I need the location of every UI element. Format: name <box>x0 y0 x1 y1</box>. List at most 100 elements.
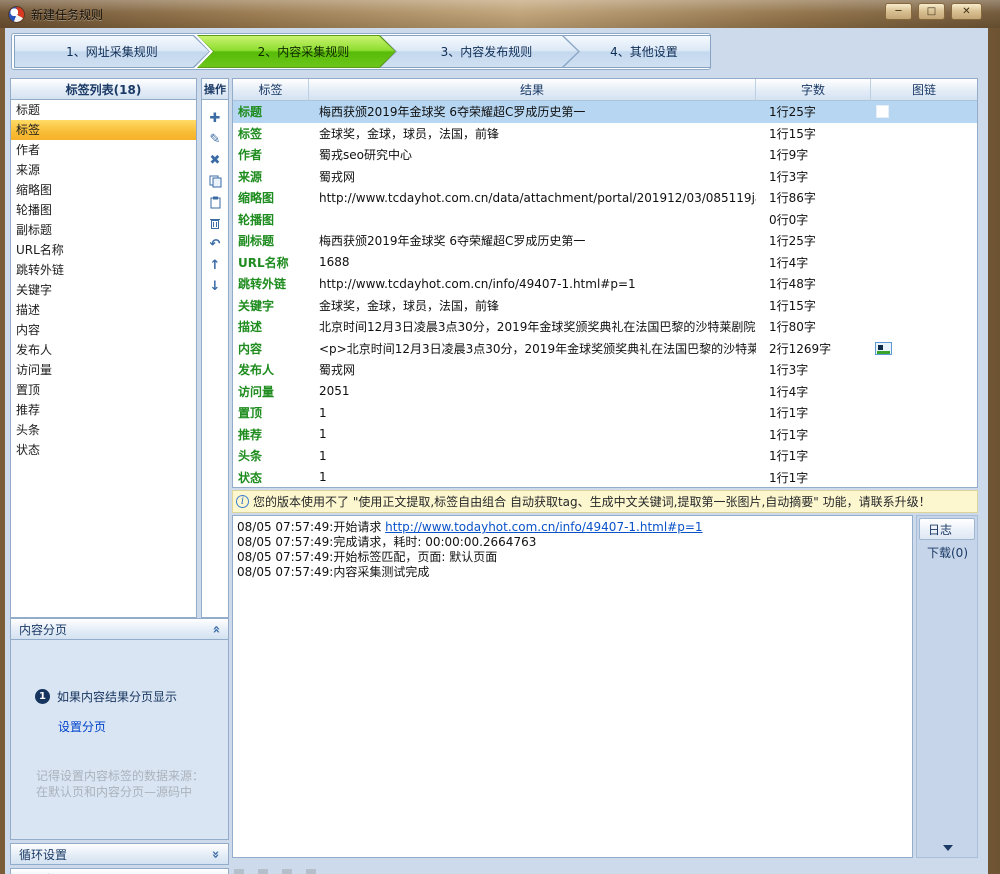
add-icon[interactable]: ✚ <box>205 108 225 129</box>
table-row[interactable]: 副标题梅西获颁2019年金球奖 6夺荣耀超C罗成历史第一1行25字 <box>233 230 977 252</box>
move-up-icon[interactable]: ↑ <box>205 255 225 276</box>
sidebar-item[interactable]: 副标题 <box>11 220 196 240</box>
paste-icon[interactable] <box>205 192 225 213</box>
sidebar-item[interactable]: 推荐 <box>11 400 196 420</box>
trash-icon[interactable] <box>205 213 225 234</box>
tag-cell: 轮播图 <box>233 209 309 231</box>
table-row[interactable]: 作者蜀戎seo研究中心1行9字 <box>233 144 977 166</box>
sidebar-item[interactable]: 访问量 <box>11 360 196 380</box>
app-window: 新建任务规则 ─ □ ✕ 1、网址采集规则2、内容采集规则3、内容发布规则4、其… <box>0 0 1000 874</box>
table-row[interactable]: 标签金球奖，金球，球员，法国，前锋1行15字 <box>233 123 977 145</box>
sidebar-item[interactable]: 描述 <box>11 300 196 320</box>
table-row[interactable]: 跳转外链http://www.tcdayhot.com.cn/info/4940… <box>233 273 977 295</box>
delete-icon[interactable]: ✖ <box>205 150 225 171</box>
collapse-icon[interactable]: « <box>208 625 223 633</box>
move-down-icon[interactable]: ↓ <box>205 276 225 297</box>
table-row[interactable]: 轮播图0行0字 <box>233 209 977 231</box>
column-header-result[interactable]: 结果 <box>309 79 756 101</box>
related-panel-title: 关联多页 <box>19 871 67 874</box>
scroll-down-icon[interactable] <box>943 845 953 851</box>
pagination-panel-title: 内容分页 <box>19 621 67 638</box>
column-header-tag[interactable]: 标签 <box>233 79 309 101</box>
count-cell: 1行48字 <box>756 273 871 295</box>
tab-log[interactable]: 日志 <box>919 518 975 540</box>
log-output: 08/05 07:57:49:开始请求 http://www.todayhot.… <box>232 515 913 858</box>
sidebar-item[interactable]: 状态 <box>11 440 196 460</box>
step-tab-1[interactable]: 1、网址采集规则 <box>14 35 210 68</box>
step-tab-label: 1、网址采集规则 <box>15 36 209 67</box>
table-row[interactable]: 状态11行1字 <box>233 467 977 489</box>
sidebar-item[interactable]: 置顶 <box>11 380 196 400</box>
column-header-count[interactable]: 字数 <box>756 79 871 101</box>
step-tab-label: 4、其他设置 <box>564 36 710 67</box>
log-request-link[interactable]: http://www.todayhot.com.cn/info/49407-1.… <box>385 520 702 534</box>
table-row[interactable]: 缩略图http://www.tcdayhot.com.cn/data/attac… <box>233 187 977 209</box>
table-row[interactable]: 发布人蜀戎网1行3字 <box>233 359 977 381</box>
table-row[interactable]: 来源蜀戎网1行3字 <box>233 166 977 188</box>
tag-cell: 副标题 <box>233 230 309 252</box>
table-row[interactable]: 内容<p>北京时间12月3日凌晨3点30分，2019年金球奖颁奖典礼在法国巴黎的… <box>233 338 977 360</box>
step-tab-4[interactable]: 4、其他设置 <box>563 35 711 68</box>
table-row[interactable]: URL名称16881行4字 <box>233 252 977 274</box>
sidebar-item[interactable]: 跳转外链 <box>11 260 196 280</box>
undo-icon[interactable]: ↶ <box>205 234 225 255</box>
table-row[interactable]: 关键字金球奖，金球，球员，法国，前锋1行15字 <box>233 295 977 317</box>
tag-list-header: 标签列表(18) <box>10 78 197 100</box>
expand-icon[interactable]: « <box>208 850 223 858</box>
result-cell: <p>北京时间12月3日凌晨3点30分，2019年金球奖颁奖典礼在法国巴黎的沙特… <box>309 338 756 360</box>
sidebar-item[interactable]: 头条 <box>11 420 196 440</box>
sidebar-item[interactable]: 内容 <box>11 320 196 340</box>
count-cell: 1行4字 <box>756 381 871 403</box>
result-cell: 北京时间12月3日凌晨3点30分，2019年金球奖颁奖典礼在法国巴黎的沙特莱剧院… <box>309 316 756 338</box>
sidebar-item[interactable]: 轮播图 <box>11 200 196 220</box>
sidebar-item[interactable]: 标题 <box>11 100 196 120</box>
step-tab-label: 3、内容发布规则 <box>381 36 578 67</box>
image-link-icon[interactable] <box>875 342 892 355</box>
tag-cell: 来源 <box>233 166 309 188</box>
tab-download[interactable]: 下载(0) <box>919 542 975 564</box>
pagination-hint-line2: 在默认页和内容分页—源码中 <box>36 784 204 800</box>
table-row[interactable]: 访问量20511行4字 <box>233 381 977 403</box>
loop-panel-header[interactable]: 循环设置 « <box>10 843 229 865</box>
imagelink-cell <box>871 338 977 360</box>
sidebar-item[interactable]: 缩略图 <box>11 180 196 200</box>
copy-icon[interactable] <box>205 171 225 192</box>
count-cell: 1行1字 <box>756 445 871 467</box>
pagination-panel-header[interactable]: 内容分页 « <box>10 618 229 640</box>
imagelink-checkbox[interactable] <box>876 105 889 118</box>
step-tab-2[interactable]: 2、内容采集规则 <box>197 35 396 68</box>
sidebar-item[interactable]: 关键字 <box>11 280 196 300</box>
table-row[interactable]: 标题梅西获颁2019年金球奖 6夺荣耀超C罗成历史第一1行25字 <box>233 101 977 123</box>
step-tab-3[interactable]: 3、内容发布规则 <box>380 35 579 68</box>
imagelink-cell <box>871 187 977 209</box>
table-row[interactable]: 描述北京时间12月3日凌晨3点30分，2019年金球奖颁奖典礼在法国巴黎的沙特莱… <box>233 316 977 338</box>
sidebar-item[interactable]: 标签 <box>11 120 196 140</box>
table-row[interactable]: 推荐11行1字 <box>233 424 977 446</box>
related-panel-header[interactable]: 关联多页 <box>10 868 229 874</box>
sidebar-item[interactable]: 发布人 <box>11 340 196 360</box>
sidebar-item[interactable]: 来源 <box>11 160 196 180</box>
result-cell <box>309 209 756 231</box>
sidebar-item[interactable]: URL名称 <box>11 240 196 260</box>
log-line: 08/05 07:57:49:开始标签匹配，页面: 默认页面 <box>237 550 908 565</box>
result-cell: 1688 <box>309 252 756 274</box>
count-cell: 1行4字 <box>756 252 871 274</box>
imagelink-cell <box>871 101 977 123</box>
edit-icon[interactable]: ✎ <box>205 129 225 150</box>
imagelink-cell <box>871 445 977 467</box>
tag-cell: 头条 <box>233 445 309 467</box>
count-cell: 1行25字 <box>756 101 871 123</box>
setup-pagination-link[interactable]: 设置分页 <box>58 718 106 735</box>
tag-cell: 标题 <box>233 101 309 123</box>
count-cell: 1行15字 <box>756 123 871 145</box>
count-cell: 1行1字 <box>756 467 871 489</box>
minimize-button[interactable]: ─ <box>885 3 912 20</box>
column-header-imagelink[interactable]: 图链 <box>871 79 977 101</box>
sidebar-item[interactable]: 作者 <box>11 140 196 160</box>
table-row[interactable]: 置顶11行1字 <box>233 402 977 424</box>
app-logo-icon <box>8 6 25 23</box>
tag-cell: URL名称 <box>233 252 309 274</box>
table-row[interactable]: 头条11行1字 <box>233 445 977 467</box>
maximize-button[interactable]: □ <box>918 3 945 20</box>
close-button[interactable]: ✕ <box>951 3 982 20</box>
